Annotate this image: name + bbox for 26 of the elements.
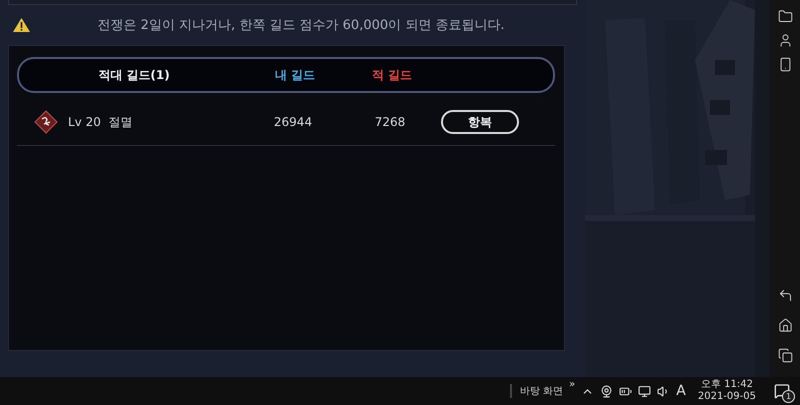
folder-icon[interactable]	[778, 8, 792, 24]
guild-name: Lv 20 절멸	[68, 114, 132, 130]
rotate-icon[interactable]	[778, 56, 792, 72]
notification-icon[interactable]	[774, 383, 790, 399]
network-icon[interactable]	[638, 384, 652, 398]
column-header: 적대 길드(1)	[97, 66, 171, 84]
home-icon[interactable]	[778, 318, 792, 332]
desktop-toolbar-label[interactable]: 바탕 화면	[510, 384, 564, 398]
recent-apps-icon[interactable]	[778, 348, 792, 362]
user-icon[interactable]	[778, 32, 792, 48]
surrender-button[interactable]: 항복	[441, 110, 519, 134]
webcam-icon[interactable]	[600, 384, 614, 398]
notice-text: 전쟁은 2일이 지나거나, 한쪽 길드 점수가 60,000이 되면 종료됩니다.	[96, 17, 506, 34]
warning-icon	[12, 17, 31, 33]
notification-count: 1	[782, 390, 795, 403]
enemy-guild-score: 7268	[374, 115, 406, 129]
back-icon[interactable]	[778, 288, 792, 302]
clock-date[interactable]: 2021-09-05	[698, 391, 756, 403]
guild-emblem-icon	[34, 110, 58, 134]
column-header: 적 길드	[370, 66, 414, 84]
battery-icon[interactable]	[619, 384, 632, 398]
column-header: 내 길드	[274, 66, 316, 84]
input-method-indicator[interactable]: A	[676, 383, 686, 399]
my-guild-score: 26944	[272, 115, 314, 129]
toolbar-overflow[interactable]: »	[569, 379, 576, 390]
clock-time[interactable]: 오후 11:42	[700, 379, 753, 391]
